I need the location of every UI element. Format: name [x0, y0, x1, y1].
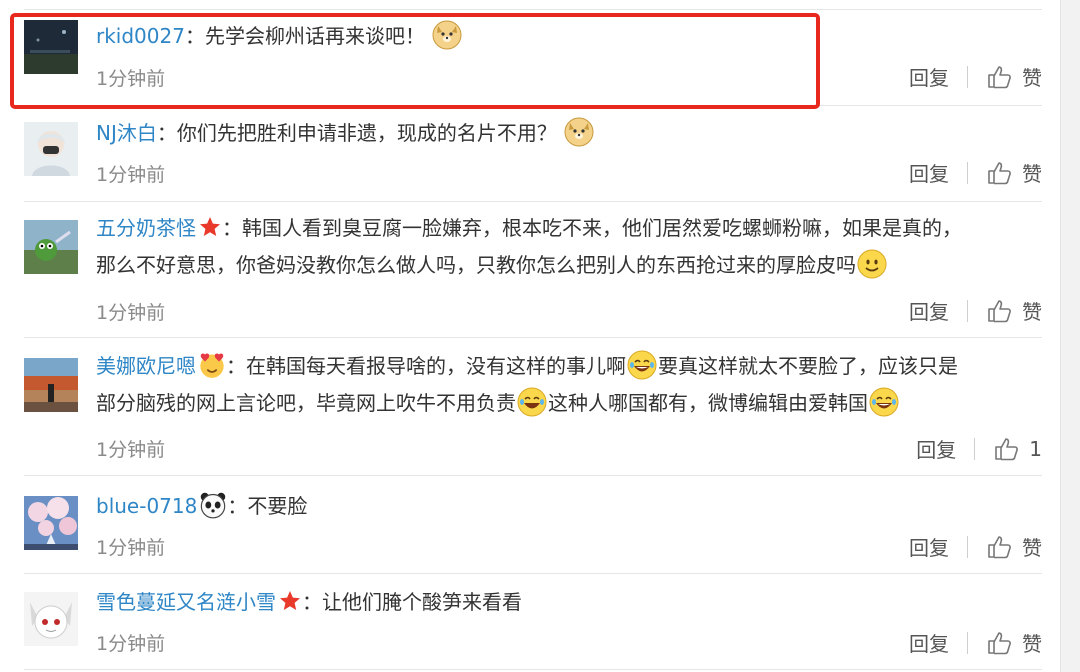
like-label: 赞	[1022, 536, 1042, 560]
timestamp: 1分钟前	[96, 164, 166, 186]
username[interactable]: 美娜欧尼嗯	[96, 354, 196, 378]
divider	[967, 535, 968, 558]
thumbs-up-icon	[988, 535, 1011, 558]
like-button[interactable]: 赞	[986, 532, 1042, 561]
star-badge-icon	[280, 591, 300, 610]
thumbs-up-icon	[988, 161, 1011, 184]
comment-item: 雪色蔓延又名涟小雪 ：让他们腌个酸笋来看看 1分钟前 回复 赞	[24, 574, 1042, 670]
avatar[interactable]	[24, 358, 78, 412]
divider	[967, 161, 968, 184]
thumbs-up-icon	[995, 437, 1019, 460]
avatar[interactable]	[24, 122, 78, 176]
highlight-box	[10, 13, 820, 109]
avatar[interactable]	[24, 592, 78, 646]
comment-text: 要真这样就太不要脸了，应该只是	[658, 354, 958, 378]
comment-item: blue-0718 ：不要脸 1分钟前 回复 赞	[24, 476, 1042, 574]
smile-emoji-icon	[857, 249, 887, 279]
username[interactable]: 五分奶茶怪	[96, 216, 196, 240]
divider	[967, 65, 968, 88]
comment-text: 不要脸	[247, 494, 308, 518]
comment-text: 那么不好意思，你爸妈没教你怎么做人吗，只教你怎么把别人的东西抢过来的厚脸皮吗	[96, 253, 856, 277]
comment-text: 你们先把胜利申请非遗，现成的名片不用？	[176, 121, 557, 145]
comment-text: 部分脑残的网上言论吧，毕竟网上吹牛不用负责	[96, 391, 516, 415]
like-button[interactable]: 赞	[986, 158, 1042, 187]
comment-list: rkid0027：先学会柳州话再来谈吧！ 1分钟前 回复 赞 NJ沐白：你们先把…	[0, 0, 1060, 672]
reply-button[interactable]: 回复	[909, 296, 949, 325]
divider	[967, 299, 968, 322]
like-button[interactable]: 赞	[986, 62, 1042, 91]
comment-text: 韩国人看到臭豆腐一脸嫌弃，根本吃不来，他们居然爱吃螺蛳粉嘛，如果是真的，	[242, 216, 962, 240]
username[interactable]: NJ沐白	[96, 121, 157, 145]
reply-button[interactable]: 回复	[909, 158, 949, 187]
avatar[interactable]	[24, 220, 78, 274]
doge-emoji-icon	[564, 117, 594, 147]
like-button[interactable]: 赞	[986, 296, 1042, 325]
scrollbar-track[interactable]	[1060, 0, 1080, 672]
like-count: 1	[1029, 436, 1042, 461]
like-label: 赞	[1022, 632, 1042, 656]
like-button[interactable]: 赞	[986, 628, 1042, 657]
timestamp: 1分钟前	[96, 537, 166, 559]
timestamp: 1分钟前	[96, 633, 166, 655]
thumbs-up-icon	[988, 65, 1011, 88]
like-label: 赞	[1022, 300, 1042, 324]
thumbs-up-icon	[988, 299, 1011, 322]
comment-item: NJ沐白：你们先把胜利申请非遗，现成的名片不用？ 1分钟前 回复 赞	[24, 106, 1042, 202]
divider	[974, 437, 976, 460]
comment-item: 五分奶茶怪 ：韩国人看到臭豆腐一脸嫌弃，根本吃不来，他们居然爱吃螺蛳粉嘛，如果是真…	[24, 202, 1042, 338]
comment-item: 美娜欧尼嗯 ：在韩国每天看报导啥的，没有这样的事儿啊 要真这样就太不要脸了，应该只是…	[24, 338, 1042, 476]
reply-button[interactable]: 回复	[909, 62, 949, 91]
comment-text: 让他们腌个酸笋来看看	[322, 590, 522, 614]
laugh-cry-emoji-icon	[869, 387, 899, 417]
heart-face-badge-icon	[200, 353, 224, 378]
reply-button[interactable]: 回复	[916, 434, 956, 463]
comment-text: 在韩国每天看报导啥的，没有这样的事儿啊	[246, 354, 626, 378]
avatar[interactable]	[24, 496, 78, 550]
laugh-cry-emoji-icon	[627, 350, 657, 380]
like-label: 赞	[1022, 66, 1042, 90]
username[interactable]: 雪色蔓延又名涟小雪	[96, 590, 276, 614]
reply-button[interactable]: 回复	[909, 532, 949, 561]
star-badge-icon	[200, 217, 220, 236]
reply-button[interactable]: 回复	[909, 628, 949, 657]
panda-badge-icon	[201, 492, 226, 519]
like-button[interactable]: 1	[993, 436, 1042, 462]
comment-text: 这种人哪国都有，微博编辑由爱韩国	[548, 391, 868, 415]
timestamp: 1分钟前	[96, 302, 166, 324]
username[interactable]: blue-0718	[96, 494, 197, 518]
divider	[967, 631, 968, 654]
timestamp: 1分钟前	[96, 439, 166, 461]
laugh-cry-emoji-icon	[517, 387, 547, 417]
thumbs-up-icon	[988, 631, 1011, 654]
like-label: 赞	[1022, 162, 1042, 186]
